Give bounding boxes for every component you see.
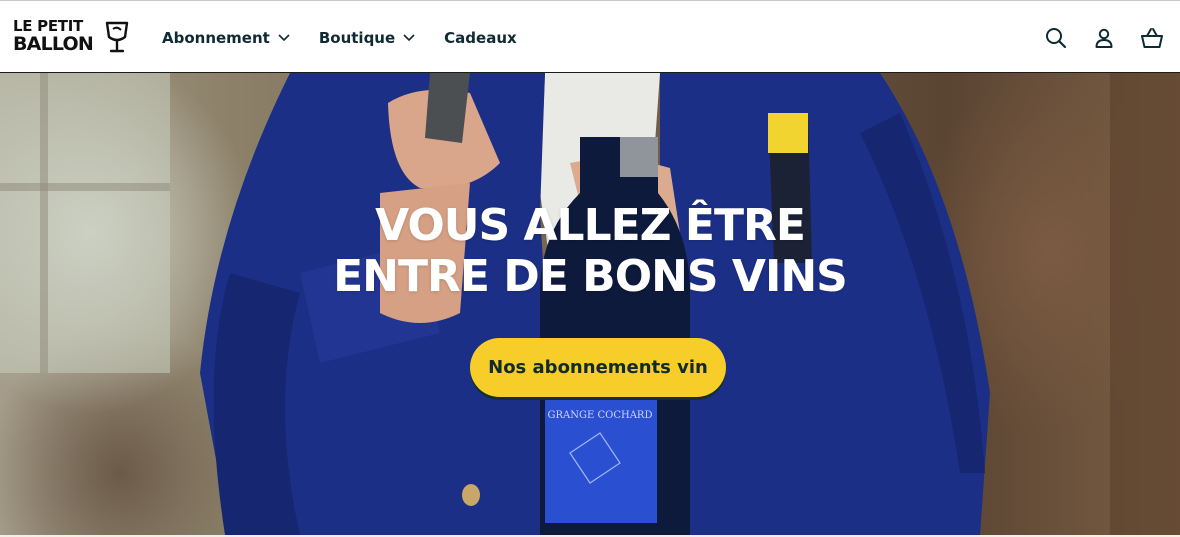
header-actions xyxy=(1021,25,1165,51)
chevron-down-icon xyxy=(403,34,415,42)
subscriptions-cta-button[interactable]: Nos abonnements vin xyxy=(470,338,726,397)
site-header: LE PETIT BALLON Abonnement Boutique Cade… xyxy=(0,0,1180,73)
logo-line2: BALLON xyxy=(13,33,94,55)
hero-title-line2: ENTRE DE BONS VINS xyxy=(333,251,848,302)
hero-banner: GRANGE COCHARD VOUS ALLEZ ÊTRE ENTRE DE … xyxy=(0,73,1180,535)
hero-title-line1: VOUS ALLEZ ÊTRE xyxy=(375,200,806,251)
chevron-down-icon xyxy=(278,34,290,42)
account-icon xyxy=(1095,28,1113,48)
logo[interactable]: LE PETIT BALLON xyxy=(13,18,131,56)
account-button[interactable] xyxy=(1091,25,1117,51)
nav-item-label: Boutique xyxy=(318,29,396,47)
nav-item-label: Cadeaux xyxy=(444,29,517,47)
search-button[interactable] xyxy=(1043,25,1069,51)
basket-button[interactable] xyxy=(1139,25,1165,51)
wine-glass-icon xyxy=(105,21,129,53)
nav-item-label: Abonnement xyxy=(162,29,270,47)
basket-icon xyxy=(1141,28,1163,48)
logo-line1: LE PETIT xyxy=(13,17,83,35)
hero-image: GRANGE COCHARD xyxy=(0,73,1180,535)
nav-item-abonnement[interactable]: Abonnement xyxy=(162,29,290,47)
bottle-label: GRANGE COCHARD xyxy=(548,410,653,421)
main-nav: Abonnement Boutique Cadeaux xyxy=(162,23,546,53)
search-icon xyxy=(1046,28,1067,49)
nav-item-cadeaux[interactable]: Cadeaux xyxy=(444,29,517,47)
nav-item-boutique[interactable]: Boutique xyxy=(319,29,415,47)
